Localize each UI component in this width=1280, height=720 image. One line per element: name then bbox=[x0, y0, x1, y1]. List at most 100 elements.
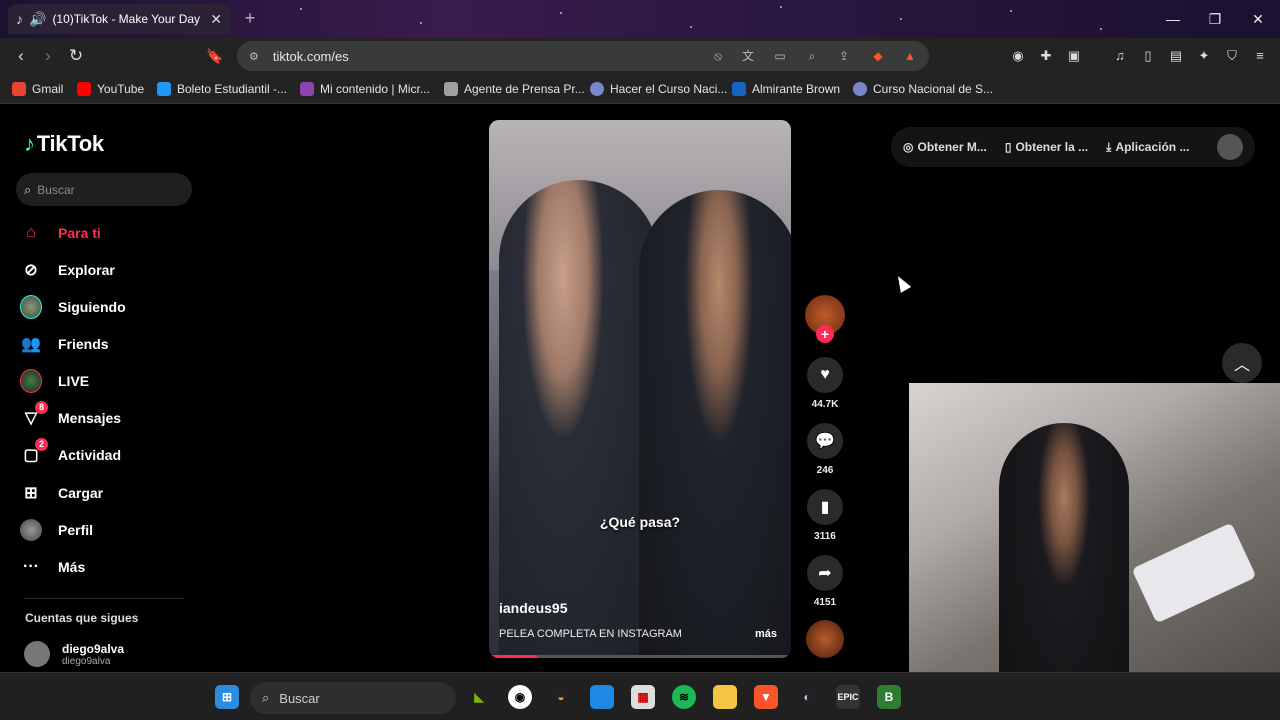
sound-disc-icon[interactable] bbox=[806, 620, 844, 658]
menu-icon[interactable]: ≡ bbox=[1250, 46, 1270, 66]
forward-button[interactable]: › bbox=[36, 44, 60, 68]
like-action[interactable]: ♥ 44.7K bbox=[805, 357, 845, 410]
video-person-left bbox=[499, 180, 659, 658]
nav-perfil[interactable]: Perfil bbox=[20, 516, 93, 544]
nav-live[interactable]: LIVE bbox=[20, 367, 89, 395]
spotify-icon[interactable]: ≋ bbox=[672, 685, 696, 709]
previous-video-button[interactable]: ︿ bbox=[1222, 343, 1262, 383]
save-action[interactable]: ▮ 3116 bbox=[805, 489, 845, 542]
search-input[interactable]: ⌕ Buscar bbox=[16, 173, 192, 206]
upload-icon: ⊞ bbox=[24, 485, 38, 502]
video-player[interactable]: ¿Qué pasa? iandeus95 PELEA COMPLETA EN I… bbox=[489, 120, 791, 658]
nav-cargar[interactable]: ⊞ Cargar bbox=[20, 479, 103, 507]
windows-taskbar: ⊞ ⌕ Buscar ◣ ◉ ◒ ▦ ≋ ▼ ◐ EPIC B bbox=[0, 672, 1280, 720]
comment-action[interactable]: 💬 246 bbox=[805, 423, 845, 476]
more-icon: ··· bbox=[23, 558, 39, 575]
media-icon[interactable]: ♫ bbox=[1110, 46, 1130, 66]
address-bar[interactable]: ⚙ tiktok.com/es ⦸ 文 ▭ ⌕ ⇪ ◆ ▲ bbox=[237, 41, 929, 71]
tab-search-icon[interactable]: ▣ bbox=[1064, 46, 1084, 66]
close-tab-icon[interactable]: ✕ bbox=[210, 11, 222, 28]
url-text: tiktok.com/es bbox=[272, 48, 349, 64]
no-tracking-icon[interactable]: ⦸ bbox=[709, 47, 727, 65]
account-handle: diego9alva bbox=[62, 655, 111, 667]
top-actions-bar: ◎ Obtener M... ▯ Obtener la ... ⤓ Aplicació… bbox=[891, 127, 1255, 167]
bookmark-youtube[interactable]: YouTube bbox=[77, 81, 144, 97]
nav-siguiendo[interactable]: Siguiendo bbox=[20, 293, 126, 321]
desktop-app-button[interactable]: ⤓ Aplicación ... bbox=[1106, 140, 1189, 155]
app-icon[interactable]: ◒ bbox=[549, 685, 573, 709]
search-placeholder: Buscar bbox=[37, 182, 75, 197]
chevron-up-icon: ︿ bbox=[1233, 357, 1250, 374]
speaker-icon[interactable]: 🔊 bbox=[29, 11, 46, 28]
activity-icon: ▢ 2 bbox=[20, 438, 48, 466]
nav-mas[interactable]: ··· Más bbox=[20, 553, 85, 581]
maximize-button[interactable]: ❐ bbox=[1200, 8, 1230, 30]
brave-rewards-icon[interactable]: ▲ bbox=[901, 47, 919, 65]
vpn-icon[interactable]: ◉ bbox=[1008, 46, 1028, 66]
taskbar-search[interactable]: ⌕ Buscar bbox=[250, 682, 456, 714]
wallet-icon[interactable]: ▤ bbox=[1166, 46, 1186, 66]
video-username[interactable]: iandeus95 bbox=[499, 600, 567, 616]
bookmark-boleto[interactable]: Boleto Estudiantil -... bbox=[157, 81, 287, 97]
new-tab-button[interactable]: + bbox=[240, 8, 260, 28]
sidebar-divider bbox=[24, 598, 184, 599]
browser-tab-active[interactable]: ♪ 🔊 (10)TikTok - Make Your Day ✕ bbox=[8, 4, 230, 34]
avatar bbox=[24, 641, 50, 667]
share-action[interactable]: ➦ 4151 bbox=[805, 555, 845, 608]
get-coins-button[interactable]: ◎ Obtener M... bbox=[903, 140, 987, 154]
tiktok-logo[interactable]: ♪TikTok bbox=[24, 131, 104, 157]
user-avatar[interactable] bbox=[1217, 134, 1243, 160]
app-icon[interactable]: ◉ bbox=[508, 685, 532, 709]
translate-icon[interactable]: 文 bbox=[739, 47, 757, 65]
video-more-button[interactable]: más bbox=[755, 628, 777, 640]
site-settings-icon[interactable]: ⚙ bbox=[249, 50, 259, 63]
nav-actividad[interactable]: ▢ 2 Actividad bbox=[20, 438, 121, 469]
zoom-icon[interactable]: ⌕ bbox=[803, 47, 821, 65]
messages-icon: ▽ 8 bbox=[20, 401, 48, 429]
app-icon[interactable]: ▦ bbox=[631, 685, 655, 709]
nav-friends[interactable]: 👥 Friends bbox=[20, 330, 109, 358]
share-count: 4151 bbox=[813, 597, 837, 608]
bookmark-mi-contenido[interactable]: Mi contenido | Micr... bbox=[300, 81, 430, 97]
epic-games-icon[interactable]: EPIC bbox=[836, 685, 860, 709]
reload-button[interactable]: ↻ bbox=[64, 44, 88, 68]
video-progress-bar[interactable] bbox=[489, 655, 791, 658]
vpn-shield-icon[interactable]: ⛉ bbox=[1222, 46, 1242, 66]
minimize-button[interactable]: — bbox=[1158, 8, 1188, 30]
extensions-icon[interactable]: ✚ bbox=[1036, 46, 1056, 66]
video-person-right bbox=[639, 190, 791, 658]
back-button[interactable]: ‹ bbox=[9, 44, 33, 68]
bookmark-gmail[interactable]: Gmail bbox=[12, 81, 63, 97]
heart-icon: ♥ bbox=[807, 357, 843, 393]
brave-shield-icon[interactable]: ◆ bbox=[869, 47, 887, 65]
bookmark-almirante-brown[interactable]: Almirante Brown bbox=[732, 81, 840, 97]
bookmark-icon[interactable]: 🔖 bbox=[203, 44, 227, 68]
steam-icon[interactable]: ◐ bbox=[795, 685, 819, 709]
get-app-button[interactable]: ▯ Obtener la ... bbox=[1005, 140, 1088, 154]
file-explorer-icon[interactable] bbox=[713, 685, 737, 709]
nav-para-ti[interactable]: ⌂ Para ti bbox=[20, 219, 101, 247]
video-overlay-text: ¿Qué pasa? bbox=[599, 514, 681, 530]
bookmark-agente-prensa[interactable]: Agente de Prensa Pr... bbox=[444, 81, 585, 97]
bookmark-curso-nacional[interactable]: Curso Nacional de S... bbox=[853, 81, 993, 97]
leo-ai-icon[interactable]: ✦ bbox=[1194, 46, 1214, 66]
youtube-icon bbox=[77, 82, 91, 96]
bookmark-hacer-curso[interactable]: Hacer el Curso Naci... bbox=[590, 81, 727, 97]
share-icon[interactable]: ⇪ bbox=[835, 47, 853, 65]
windows-start-icon[interactable]: ⊞ bbox=[215, 685, 239, 709]
following-icon bbox=[20, 295, 42, 319]
cast-icon[interactable]: ▭ bbox=[771, 47, 789, 65]
desktop-icon[interactable] bbox=[590, 685, 614, 709]
nvidia-icon[interactable]: ◣ bbox=[467, 685, 491, 709]
close-window-button[interactable]: ✕ bbox=[1243, 8, 1273, 30]
following-account-item[interactable]: diego9alva diego9alva bbox=[24, 641, 124, 667]
globe-icon bbox=[853, 82, 867, 96]
sidebar-icon[interactable]: ▯ bbox=[1138, 46, 1158, 66]
live-icon bbox=[20, 369, 42, 393]
app-icon[interactable]: B bbox=[877, 685, 901, 709]
nav-mensajes[interactable]: ▽ 8 Mensajes bbox=[20, 401, 121, 432]
brave-browser-icon[interactable]: ▼ bbox=[754, 685, 778, 709]
following-accounts-title: Cuentas que sigues bbox=[25, 611, 139, 625]
follow-plus-icon[interactable]: + bbox=[816, 325, 834, 343]
nav-explorar[interactable]: ⊘ Explorar bbox=[20, 256, 115, 284]
